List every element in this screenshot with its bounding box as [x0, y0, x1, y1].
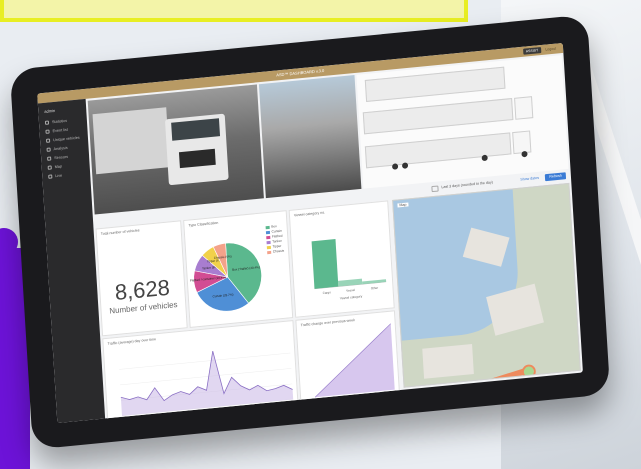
pie-legend: Box Curtain Flatbed Tanker Tipper Chassis — [265, 224, 284, 256]
camera-photo-side[interactable] — [356, 55, 569, 189]
legend-swatch — [265, 235, 271, 239]
legend-swatch — [266, 250, 271, 254]
camera-photo-front[interactable] — [87, 84, 264, 215]
x-axis-label: Time (hour) — [347, 403, 364, 409]
gridline — [119, 352, 291, 370]
map-icon — [47, 164, 52, 170]
logout-button[interactable]: Logout — [542, 45, 559, 53]
x-tick-label: Cargo — [323, 290, 332, 295]
land-block — [422, 343, 474, 379]
sidebar-item-label: Map — [54, 163, 63, 169]
total-vehicles-panel: Total number of vehicles 8,628 Number of… — [95, 220, 188, 337]
time-range-select[interactable]: Last 3 days (rounded to the day) — [441, 180, 493, 189]
x-tick-label: Vessel — [346, 288, 355, 293]
vessel-panel: Vessel category no. Cargo Vessel Other Vess… — [288, 200, 395, 318]
sensor-icon — [47, 155, 52, 161]
bar[interactable] — [362, 279, 387, 285]
traffic-day-chart: 2024-07-06 2024-07-07 2024-07-08 2024-07-09… — [116, 350, 300, 423]
chart-icon — [44, 120, 50, 125]
gridline — [120, 368, 292, 386]
x-tick-label: 2024-07-10 — [213, 409, 227, 414]
sidebar-item-label: Sensors — [54, 154, 69, 160]
traffic-avg-chart: 2024-07-06 2024-07-13 Time (hour) — [309, 323, 402, 409]
bar[interactable] — [311, 239, 339, 289]
sidebar-item-label: Statistics — [51, 118, 68, 124]
bar-chart: Cargo Vessel Other Vessel category — [311, 239, 387, 300]
x-tick-label: 2024-07-13 — [287, 402, 300, 407]
panel-title: Total number of vehicles — [100, 228, 140, 237]
x-tick-label: 2024-07-06 — [309, 400, 323, 405]
wheel — [401, 162, 409, 169]
tablet-device: ASD™ DASHBOARD v.3.0 ASSIST Logout admin… — [9, 14, 611, 450]
x-tick-label: 2024-07-13 — [388, 392, 401, 397]
main-content: Last 3 days (rounded to the day) Show da… — [86, 53, 583, 424]
x-tick-label: 2024-07-09 — [189, 411, 203, 416]
search-icon — [46, 146, 51, 152]
legend-label: Box — [271, 224, 277, 229]
lorry-side-2 — [362, 98, 514, 135]
legend-swatch — [265, 225, 270, 229]
trailer-shape — [92, 107, 170, 175]
sensor-marker-icon[interactable] — [523, 366, 535, 378]
bar[interactable] — [338, 278, 363, 287]
legend-swatch — [266, 245, 271, 249]
lorry-side-3 — [364, 132, 512, 169]
series-area — [120, 351, 294, 416]
yellow-banner — [0, 0, 468, 22]
show-dates-link[interactable]: Show dates — [520, 176, 539, 182]
traffic-avg-panel: Traffic change over previous week 2024-0… — [295, 310, 402, 416]
tablet-screen: ASD™ DASHBOARD v.3.0 ASSIST Logout admin… — [37, 42, 583, 424]
sidebar-item-label: Analysis — [53, 145, 68, 151]
x-axis-label: Vessel category — [340, 294, 363, 300]
sidebar-item-label: Unique vehicles — [52, 135, 80, 142]
wheel — [521, 150, 528, 158]
x-axis-label: Time (hour) — [200, 417, 217, 423]
lorry-cab-2 — [514, 96, 534, 120]
legend-label: Chassis — [272, 248, 285, 254]
lorry-cab-3 — [512, 130, 532, 155]
list-icon — [45, 129, 50, 134]
sidebar-item-label: Event list — [52, 127, 68, 133]
lorry-side-1 — [364, 66, 506, 103]
live-icon — [48, 173, 53, 179]
map-panel[interactable]: Map — [392, 182, 581, 388]
legend-swatch — [266, 240, 271, 244]
truck-grill — [178, 148, 216, 169]
legend-swatch — [265, 230, 270, 234]
traffic-day-panel: Traffic (average) day over time 2024-07-… — [102, 320, 300, 424]
x-tick-label: 2024-07-08 — [164, 413, 178, 418]
calendar-icon[interactable] — [431, 185, 439, 193]
x-tick-label: 2024-07-12 — [262, 404, 276, 409]
assist-button[interactable]: ASSIST — [522, 47, 542, 55]
x-tick-label: 2024-07-06 — [116, 418, 130, 423]
x-tick-label: 2024-07-07 — [140, 416, 154, 421]
refresh-button[interactable]: Refresh — [545, 172, 567, 182]
camera-photo-rear[interactable] — [258, 75, 520, 199]
x-tick-label: Other — [371, 286, 379, 291]
x-tick-label: 2024-07-11 — [238, 406, 252, 411]
classification-panel: Type Classification Box (Trailer) (40.4%… — [183, 210, 294, 328]
wheel — [391, 163, 399, 170]
sidebar-item-label: Live — [55, 172, 63, 178]
wheel — [481, 154, 488, 162]
truck-icon — [45, 137, 51, 143]
